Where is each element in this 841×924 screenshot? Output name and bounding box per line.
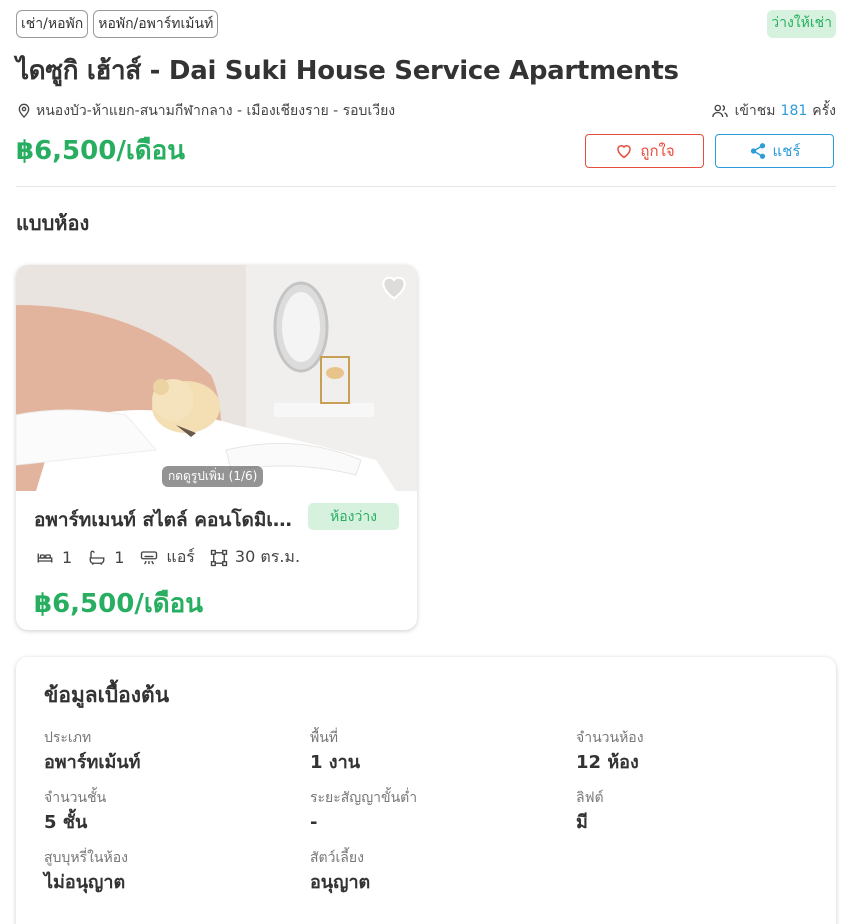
info-value: 12 ห้อง [576, 752, 639, 773]
location: หนองบัว-ห้าแยก-สนามกีฬากลาง - เมืองเชียง… [16, 100, 395, 122]
category-tags: เช่า/หอพัก หอพัก/อพาร์ทเม้นท์ [16, 10, 219, 38]
info-field-min-contract: ระยะสัญญาขั้นต่ำ - [310, 789, 560, 835]
room-name[interactable]: อพาร์ทเมนท์ สไตล์ คอนโดมิเนียม [34, 505, 304, 535]
info-label: ประเภท [44, 730, 92, 746]
bathrooms-count: 1 [114, 548, 125, 567]
info-value: อพาร์ทเม้นท์ [44, 752, 141, 773]
favorite-room-button[interactable] [377, 271, 411, 307]
info-field-floors: จำนวนชั้น 5 ชั้น [44, 789, 294, 835]
heart-icon [617, 145, 632, 159]
view-suffix: ครั้ง [812, 103, 836, 119]
tag-dorm-apartment[interactable]: หอพัก/อพาร์ทเม้นท์ [93, 10, 219, 38]
view-prefix: เข้าชม [734, 103, 776, 119]
info-field-type: ประเภท อพาร์ทเม้นท์ [44, 729, 294, 775]
availability-badge: ว่างให้เช่า [767, 10, 836, 38]
info-value: อนุญาต [310, 872, 371, 893]
info-field-smoking: สูบบุหรี่ในห้อง ไม่อนุญาต [44, 849, 294, 895]
info-value: มี [576, 812, 588, 833]
info-label: จำนวนชั้น [44, 790, 107, 806]
bed-icon [37, 553, 53, 562]
view-number: 181 [780, 103, 808, 119]
room-card[interactable]: กดดูรูปเพิ่ม (1/6) อพาร์ทเมนท์ สไตล์ คอน… [16, 265, 417, 630]
room-photo-illustration [16, 265, 417, 491]
room-status-badge: ห้องว่าง [308, 503, 399, 530]
photo-caption[interactable]: กดดูรูปเพิ่ม (1/6) [162, 466, 264, 487]
room-price: ฿6,500/เดือน [34, 589, 203, 619]
info-label: สูบบุหรี่ในห้อง [44, 850, 128, 866]
like-label: ถูกใจ [640, 142, 675, 160]
info-value: 5 ชั้น [44, 812, 88, 833]
share-icon [750, 143, 765, 159]
amenity-bathrooms: 1 [86, 548, 124, 567]
basic-info-card: ข้อมูลเบื้องต้น ประเภท อพาร์ทเม้นท์ พื้น… [16, 657, 836, 924]
listing-price: ฿6,500/เดือน [16, 136, 185, 166]
bath-icon [89, 550, 105, 565]
room-size: 30 ตร.ม. [234, 547, 301, 566]
info-field-area: พื้นที่ 1 งาน [310, 729, 560, 775]
info-label: พื้นที่ [310, 730, 339, 746]
share-label: แชร์ [772, 142, 801, 160]
info-value: - [310, 812, 318, 833]
info-field-pets: สัตว์เลี้ยง อนุญาต [310, 849, 560, 895]
info-label: ระยะสัญญาขั้นต่ำ [310, 790, 418, 806]
location-text: หนองบัว-ห้าแยก-สนามกีฬากลาง - เมืองเชียง… [36, 103, 396, 119]
info-label: สัตว์เลี้ยง [310, 850, 364, 866]
room-amenities: 1 1 แอร์ 30 ตร.ม. [34, 545, 314, 570]
share-button[interactable]: แชร์ [715, 134, 834, 168]
bedrooms-count: 1 [62, 548, 73, 567]
aircon-label: แอร์ [166, 547, 195, 566]
view-count: เข้าชม 181 ครั้ง [710, 100, 836, 122]
info-label: ลิฟต์ [576, 790, 604, 806]
amenity-bedrooms: 1 [34, 548, 72, 567]
tag-rent-dorm[interactable]: เช่า/หอพัก [16, 10, 89, 38]
basic-info-heading: ข้อมูลเบื้องต้น [44, 683, 170, 707]
info-field-elevator: ลิฟต์ มี [576, 789, 826, 835]
room-photo[interactable]: กดดูรูปเพิ่ม (1/6) [16, 265, 417, 491]
area-icon [210, 549, 228, 566]
page-title: ไดซูกิ เฮ้าส์ - Dai Suki House Service A… [16, 56, 679, 86]
heart-outline-icon [382, 276, 406, 300]
amenity-size: 30 ตร.ม. [209, 545, 300, 570]
divider [16, 186, 836, 187]
air-conditioner-icon [141, 550, 158, 564]
info-field-rooms: จำนวนห้อง 12 ห้อง [576, 729, 826, 775]
location-pin-icon [18, 103, 30, 118]
like-button[interactable]: ถูกใจ [585, 134, 704, 168]
info-label: จำนวนห้อง [576, 730, 644, 746]
info-value: ไม่อนุญาต [44, 872, 126, 893]
room-types-heading: แบบห้อง [16, 211, 90, 235]
amenity-aircon: แอร์ [138, 545, 195, 570]
users-icon [711, 104, 728, 118]
info-value: 1 งาน [310, 752, 360, 773]
